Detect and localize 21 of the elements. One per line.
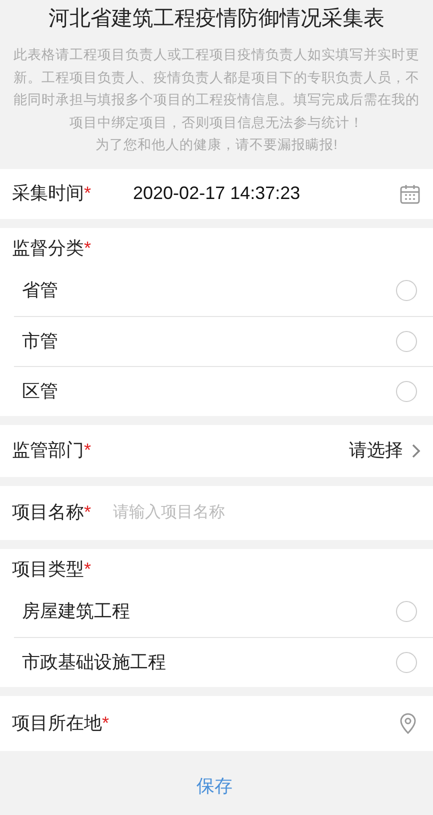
datetime-value[interactable]: 2020-02-17 14:37:23 <box>133 180 300 207</box>
notice-text: 此表格请工程项目负责人或工程项目疫情负责人如实填写并实时更新。工程项目负责人、疫情负责人都是项目下的专职负责人员，不能同时承担与填报多个项目的工程疫情信息。填写完成后需在我的项目中绑定项目，否则项目信息无法参与统计！ <box>12 46 420 132</box>
field-label: 项目名称* <box>12 501 92 524</box>
calendar-icon[interactable] <box>399 182 421 204</box>
field-label: 采集时间* <box>12 182 92 205</box>
radio-option[interactable]: 房屋建筑工程 <box>14 586 433 636</box>
field-label: 监督分类* <box>12 237 92 260</box>
field-label: 项目类型* <box>12 558 92 581</box>
radio-option[interactable]: 市管 <box>14 316 433 366</box>
radio-option[interactable]: 区管 <box>14 366 433 416</box>
project-name-field[interactable]: 请输入项目名称 <box>113 500 421 524</box>
project-name-row[interactable]: 项目名称* 请输入项目名称 <box>0 486 433 540</box>
select-row[interactable]: 监管部门* 请选择 <box>0 424 433 476</box>
location-pin-icon[interactable] <box>399 712 417 734</box>
radio-option[interactable]: 市政基础设施工程 <box>14 636 433 686</box>
form-title: 河北省建筑工程疫情防御情况采集表 <box>48 6 386 32</box>
notice-text: 为了您和他人的健康，请不要漏报瞒报! <box>94 136 338 154</box>
field-label: 项目所在地* <box>12 712 110 734</box>
chevron-right-icon <box>411 442 421 458</box>
radio-option[interactable]: 省管 <box>14 266 433 316</box>
field-label: 监管部门* <box>12 439 92 462</box>
